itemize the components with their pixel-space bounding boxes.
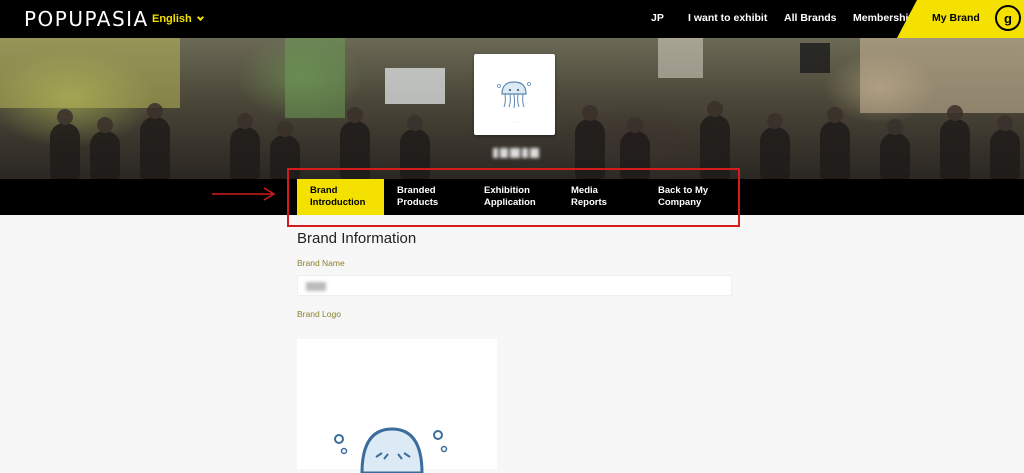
brand-name-input[interactable] <box>297 275 732 296</box>
booth-sign <box>658 38 703 78</box>
language-label: English <box>152 13 192 25</box>
tab-label-line2: Reports <box>571 197 607 208</box>
crowd-figure <box>270 121 300 179</box>
booth-backdrop <box>860 38 1024 113</box>
tab-label-line1: Media <box>571 185 598 196</box>
crowd-figure <box>230 113 260 179</box>
crowd-figure <box>90 117 120 179</box>
booth-backdrop <box>0 38 180 108</box>
tab-back-to-company[interactable]: Back to My Company <box>645 179 732 215</box>
crowd-figure <box>140 103 170 179</box>
brand-logo-label: Brand Logo <box>297 309 341 319</box>
crowd-figure <box>400 115 430 179</box>
crowd-figure <box>940 105 970 179</box>
booth-screen <box>385 68 445 104</box>
jellyfish-logo <box>497 81 531 109</box>
nav-all-brands[interactable]: All Brands <box>784 12 837 24</box>
tab-branded-products[interactable]: Branded Products <box>384 179 471 215</box>
brand-name-value-redacted <box>306 282 326 291</box>
brand-logo-card: · · · <box>474 54 555 135</box>
booth-backdrop <box>285 38 345 118</box>
tab-label-line1: Branded <box>397 185 436 196</box>
tab-brand-introduction[interactable]: Brand Introduction <box>297 179 384 215</box>
tab-label-line2: Products <box>397 197 439 208</box>
section-title: Brand Information <box>297 230 417 247</box>
nav-jp[interactable]: JP <box>651 12 664 24</box>
user-avatar[interactable]: g <box>995 5 1021 31</box>
brand-logo-preview[interactable] <box>297 339 497 473</box>
red-arrow-icon <box>212 187 276 201</box>
crowd-figure <box>340 107 370 179</box>
logo-card-caption: · · · <box>511 120 518 125</box>
tab-label-line1: Brand <box>310 185 338 196</box>
crowd-figure <box>990 115 1020 179</box>
crowd-figure <box>760 113 790 179</box>
crowd-figure <box>50 109 80 179</box>
nav-exhibit[interactable]: I want to exhibit <box>688 12 767 24</box>
crowd-figure <box>700 101 730 179</box>
jellyfish-logo <box>334 427 448 473</box>
brand-name-redacted <box>493 147 539 159</box>
crowd-figure <box>620 117 650 179</box>
language-selector[interactable]: English <box>152 13 204 25</box>
crowd-figure <box>880 119 910 179</box>
tab-label-line1: Exhibition <box>484 185 530 196</box>
tab-label-line2: Company <box>658 197 702 208</box>
site-logo[interactable]: POPUPASIA <box>24 7 149 31</box>
chevron-down-icon <box>196 13 204 22</box>
nav-my-brand[interactable]: My Brand <box>932 12 980 24</box>
tab-label-line2: Application <box>484 197 536 208</box>
crowd-figure <box>820 107 850 179</box>
tab-media-reports[interactable]: Media Reports <box>558 179 645 215</box>
tab-label-line1: Back to My <box>658 185 709 196</box>
brand-name-label: Brand Name <box>297 258 345 268</box>
tab-label-line2: Introduction <box>310 197 366 208</box>
tab-exhibition-application[interactable]: Exhibition Application <box>471 179 558 215</box>
crowd-figure <box>575 105 605 179</box>
booth-sign <box>800 43 830 73</box>
